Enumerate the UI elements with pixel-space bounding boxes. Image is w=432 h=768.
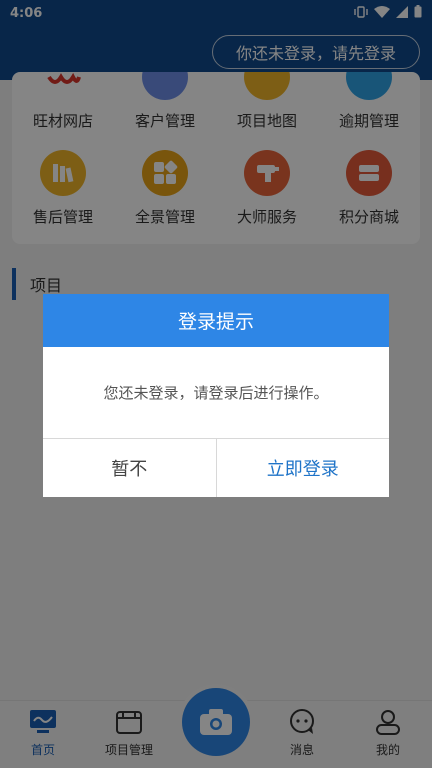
dialog-actions: 暂不 立即登录 xyxy=(43,439,389,497)
dialog-message: 您还未登录，请登录后进行操作。 xyxy=(43,347,389,439)
not-now-button[interactable]: 暂不 xyxy=(43,439,217,497)
dialog-title: 登录提示 xyxy=(43,294,389,347)
login-dialog: 登录提示 您还未登录，请登录后进行操作。 暂不 立即登录 xyxy=(43,294,389,497)
login-now-button[interactable]: 立即登录 xyxy=(217,439,390,497)
